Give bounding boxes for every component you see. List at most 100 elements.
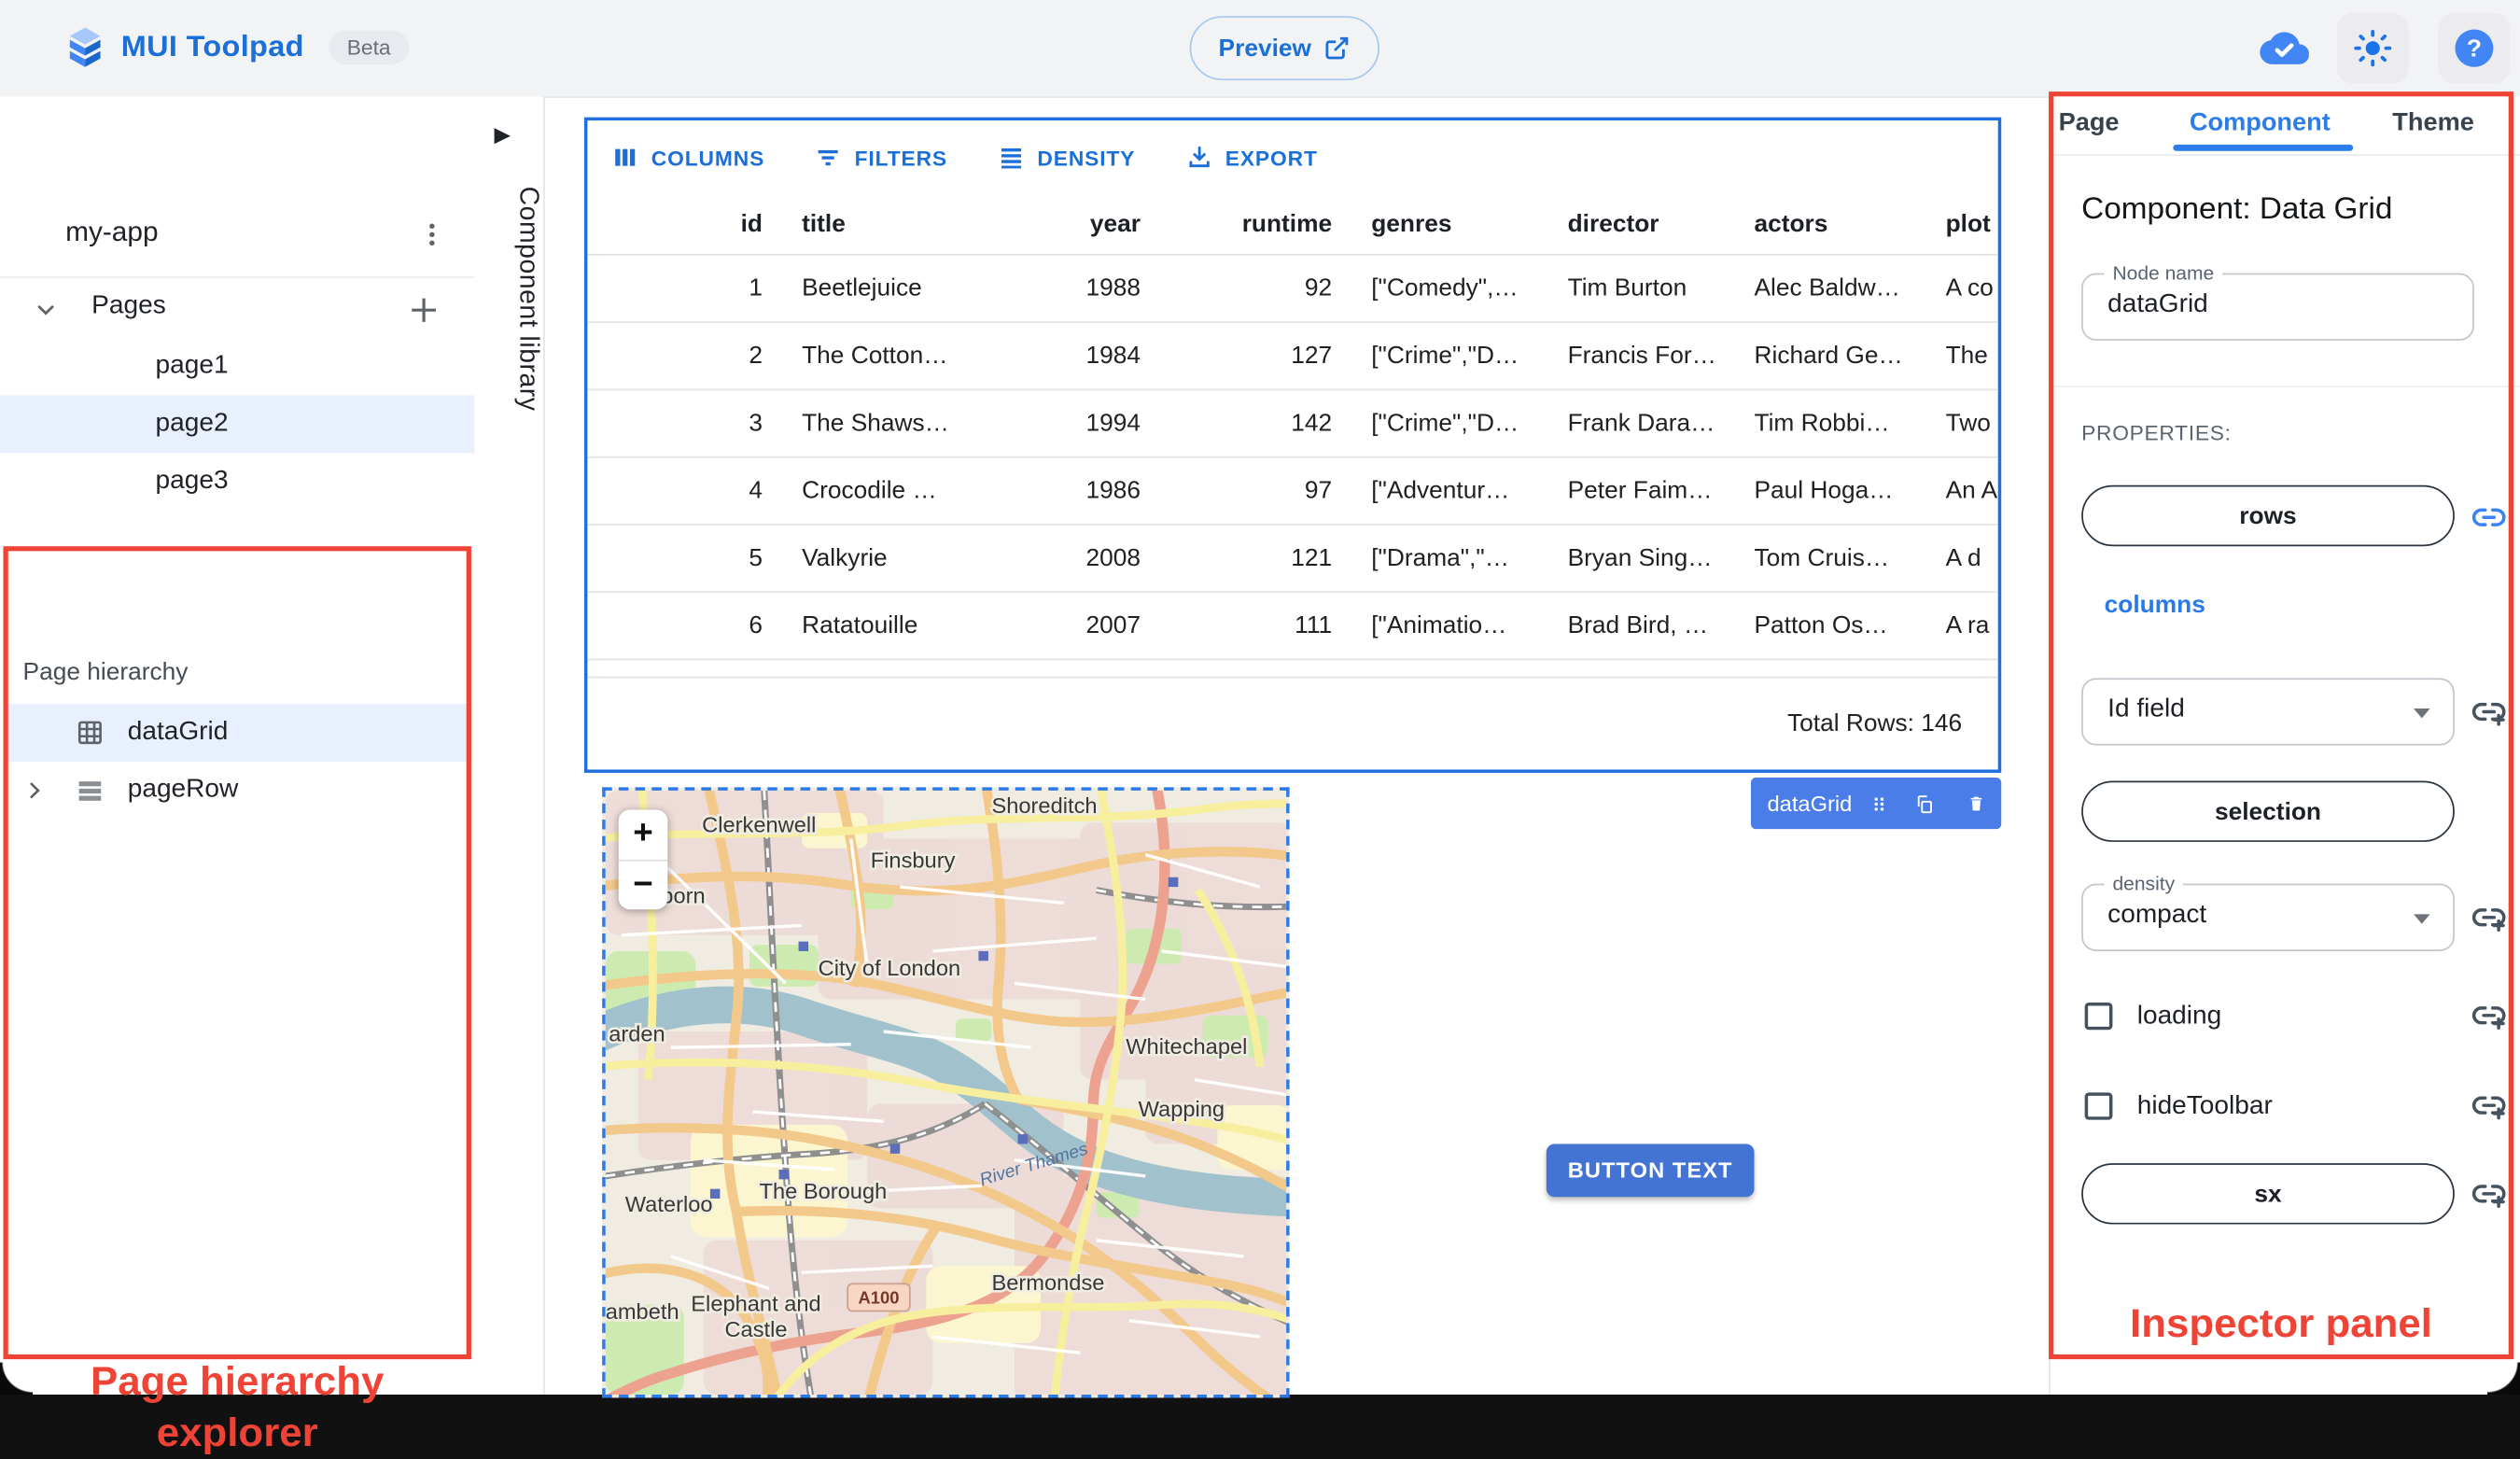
column-header-actors[interactable]: actors <box>1734 210 1925 237</box>
sidebar-item-page2[interactable]: page2 <box>0 395 475 454</box>
loading-checkbox[interactable] <box>2084 1003 2113 1031</box>
export-icon <box>1189 146 1210 168</box>
cell: ["Animatio… <box>1371 611 1507 640</box>
column-header-id[interactable]: id <box>587 210 782 237</box>
hierarchy-item-pagerow[interactable]: pageRow <box>4 762 471 820</box>
cell: Tim Robbi… <box>1754 409 1890 438</box>
export-button[interactable]: EXPORT <box>1184 143 1318 172</box>
cell: 142 <box>1291 409 1333 438</box>
cell: Bryan Sing… <box>1567 544 1713 572</box>
delete-icon[interactable] <box>1967 791 1985 817</box>
component-library-label[interactable]: Component library <box>474 187 544 412</box>
sx-property-button[interactable]: sx <box>2081 1163 2455 1225</box>
canvas-button-component[interactable]: BUTTON TEXT <box>1546 1143 1755 1198</box>
inspector-annotation: Inspector panel <box>2130 1301 2432 1347</box>
zoom-in-button[interactable]: + <box>619 809 668 858</box>
add-page-icon[interactable] <box>406 292 442 328</box>
cell: 1986 <box>1085 477 1141 505</box>
cell: 1994 <box>1085 409 1141 438</box>
toolpad-logo-icon <box>69 27 101 67</box>
column-header-plot[interactable]: plot <box>1926 210 1998 237</box>
cell: Paul Hoga… <box>1754 477 1894 505</box>
pages-section-label[interactable]: Pages <box>91 292 166 321</box>
cell: Peter Faim… <box>1567 477 1713 505</box>
node-name-field[interactable]: Node name dataGrid <box>2081 261 2474 341</box>
datagrid-header-row: id title year runtime genres director ac… <box>587 194 1998 256</box>
columns-property-link[interactable]: columns <box>2105 591 2205 618</box>
chevron-right-icon[interactable] <box>23 779 47 802</box>
drag-handle-icon[interactable] <box>1870 792 1888 816</box>
svg-text:?: ? <box>2467 35 2482 63</box>
cell: Alec Baldw… <box>1754 274 1900 302</box>
tab-theme[interactable]: Theme <box>2392 109 2474 138</box>
cell: 111 <box>1295 611 1333 640</box>
node-name-value: dataGrid <box>2107 290 2208 318</box>
cell: ["Adventur… <box>1371 477 1510 505</box>
pagerow-icon <box>78 781 102 801</box>
id-field-add-binding-icon[interactable] <box>2471 694 2507 730</box>
cell: 2 <box>749 342 763 370</box>
light-mode-icon <box>2354 30 2392 67</box>
app-header: MUI Toolpad Beta Preview ? <box>0 0 2520 98</box>
chevron-down-icon[interactable] <box>33 297 59 323</box>
hidetoolbar-add-binding-icon[interactable] <box>2471 1087 2507 1123</box>
sidebar-item-page1[interactable]: page1 <box>0 337 474 395</box>
sidebar: my-app Pages page1 page2 page3 Page hier… <box>0 96 477 1455</box>
sx-add-binding-icon[interactable] <box>2471 1176 2507 1212</box>
duplicate-icon[interactable] <box>1915 790 1935 817</box>
hidetoolbar-checkbox[interactable] <box>2084 1092 2113 1120</box>
selected-node-name: dataGrid <box>1767 791 1853 816</box>
map-label-whitechapel: Whitechapel <box>1126 1034 1247 1059</box>
map-label-bermondsey: Bermondse <box>991 1270 1104 1295</box>
cell: Beetlejuice <box>802 274 922 302</box>
sync-status-button[interactable] <box>2248 13 2320 84</box>
app-title: MUI Toolpad <box>120 28 304 63</box>
cell: The Cotton… <box>802 342 948 370</box>
column-header-director[interactable]: director <box>1548 210 1735 237</box>
filters-button[interactable]: FILTERS <box>814 143 947 172</box>
cell: 2007 <box>1085 611 1141 640</box>
map-label-lambeth: ambeth <box>606 1299 679 1324</box>
app-menu-button[interactable] <box>402 205 461 263</box>
tab-page[interactable]: Page <box>2059 109 2120 138</box>
selection-property-button[interactable]: selection <box>2081 780 2455 842</box>
kebab-menu-icon <box>429 223 435 246</box>
cell: 4 <box>749 477 763 505</box>
expand-library-icon[interactable]: ▶ <box>494 122 511 148</box>
tab-component[interactable]: Component <box>2190 109 2331 138</box>
map-label-elephant: Elephant and <box>691 1292 820 1316</box>
selected-node-hud[interactable]: dataGrid <box>1750 778 2002 830</box>
dropdown-arrow-icon <box>2414 914 2430 924</box>
density-add-binding-icon[interactable] <box>2471 900 2507 935</box>
node-name-label: Node name <box>2104 261 2222 285</box>
cell: Valkyrie <box>802 544 888 572</box>
hierarchy-item-label: dataGrid <box>127 718 229 746</box>
loading-add-binding-icon[interactable] <box>2471 998 2507 1033</box>
column-header-title[interactable]: title <box>782 210 997 237</box>
density-button[interactable]: DENSITY <box>997 143 1136 172</box>
cell: 121 <box>1291 544 1333 572</box>
column-header-genres[interactable]: genres <box>1351 210 1547 237</box>
map-label-waterloo: Waterloo <box>625 1192 713 1216</box>
columns-button[interactable]: COLUMNS <box>610 143 764 172</box>
rows-property-button[interactable]: rows <box>2081 484 2455 547</box>
table-row: 4 Crocodile … 1986 97 ["Adventur… Peter Faim…… <box>587 458 1998 526</box>
datagrid-component[interactable]: COLUMNS FILTERS DENSITY EXPORT id title … <box>583 117 2002 773</box>
map-component[interactable]: A100 Shoreditch Clerkenwell Finsbury bor… <box>602 787 1290 1398</box>
help-button[interactable]: ? <box>2438 12 2511 84</box>
rows-binding-link-icon[interactable] <box>2471 499 2507 535</box>
table-row: 3 The Shaws… 1994 142 ["Crime","D… Frank Dara… <box>587 390 1998 458</box>
cell: 5 <box>749 544 763 572</box>
preview-button[interactable]: Preview <box>1189 16 1379 81</box>
hierarchy-item-datagrid[interactable]: dataGrid <box>3 703 471 762</box>
zoom-out-button[interactable]: − <box>619 861 668 909</box>
cell: 2008 <box>1085 544 1141 572</box>
table-row: 6 Ratatouille 2007 111 ["Animatio… Brad Bird,… <box>587 593 1998 661</box>
datagrid-toolbar: COLUMNS FILTERS DENSITY EXPORT <box>587 120 1997 194</box>
column-header-runtime[interactable]: runtime <box>1160 210 1351 237</box>
column-header-year[interactable]: year <box>997 210 1160 237</box>
density-select[interactable]: density compact <box>2081 872 2455 951</box>
theme-toggle-button[interactable] <box>2336 12 2409 84</box>
id-field-select[interactable]: Id field <box>2081 678 2455 746</box>
sidebar-item-page3[interactable]: page3 <box>0 453 474 511</box>
